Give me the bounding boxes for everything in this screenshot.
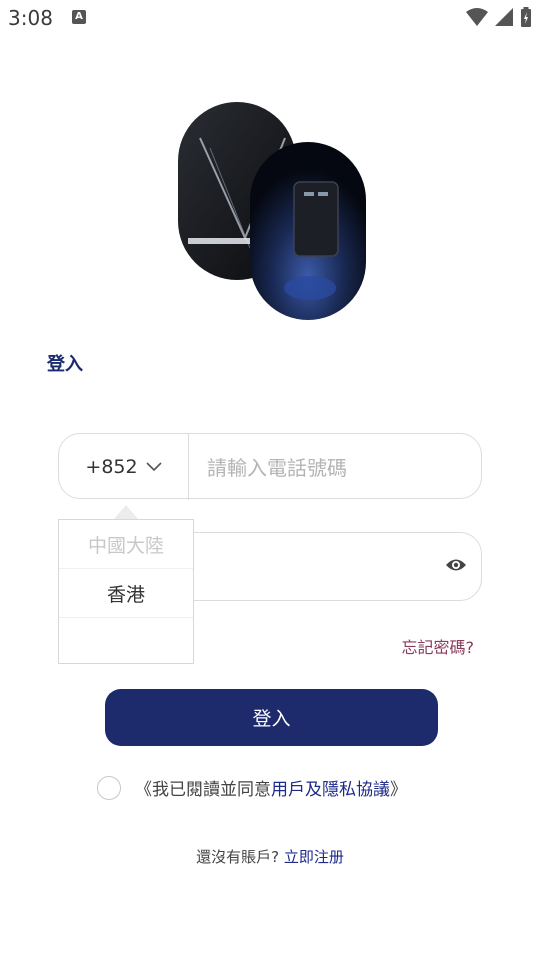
phone-field: +852	[58, 433, 482, 500]
login-button[interactable]: 登入	[105, 689, 438, 746]
country-option-china[interactable]: 中國大陸	[59, 520, 193, 569]
status-bar: 3:08 A	[0, 0, 540, 36]
agreement-checkbox[interactable]	[97, 775, 121, 800]
agreement-prefix: 《我已閱讀並同意	[135, 780, 271, 800]
notification-icon: A	[72, 10, 86, 24]
signal-icon	[495, 8, 513, 26]
chevron-down-icon	[146, 462, 162, 472]
country-option-empty	[59, 618, 193, 666]
register-prompt: 還沒有賬戶?	[196, 848, 280, 866]
hero-product-image	[178, 102, 366, 320]
agreement-suffix: 》	[390, 780, 407, 800]
status-time: 3:08	[8, 6, 53, 30]
status-icons	[466, 6, 532, 28]
eye-icon[interactable]	[445, 557, 467, 573]
privacy-agreement-link[interactable]: 用戶及隱私協議	[271, 780, 390, 800]
country-code-selector[interactable]: +852	[59, 434, 189, 500]
dropdown-caret	[114, 505, 138, 519]
wifi-icon	[466, 8, 488, 26]
forgot-password-link[interactable]: 忘記密碼?	[402, 634, 475, 658]
country-code-value: +852	[85, 456, 138, 478]
country-dropdown: 中國大陸 香港	[58, 519, 194, 664]
agreement-text: 《我已閱讀並同意用戶及隱私協議》	[135, 775, 407, 800]
phone-input[interactable]	[205, 452, 469, 484]
battery-icon	[521, 7, 531, 27]
agreement-row: 《我已閱讀並同意用戶及隱私協議》	[97, 775, 407, 800]
register-link[interactable]: 立即注册	[284, 848, 344, 866]
country-option-hongkong[interactable]: 香港	[59, 569, 193, 618]
register-row: 還沒有賬戶? 立即注册	[0, 846, 540, 867]
page-title: 登入	[47, 354, 83, 375]
